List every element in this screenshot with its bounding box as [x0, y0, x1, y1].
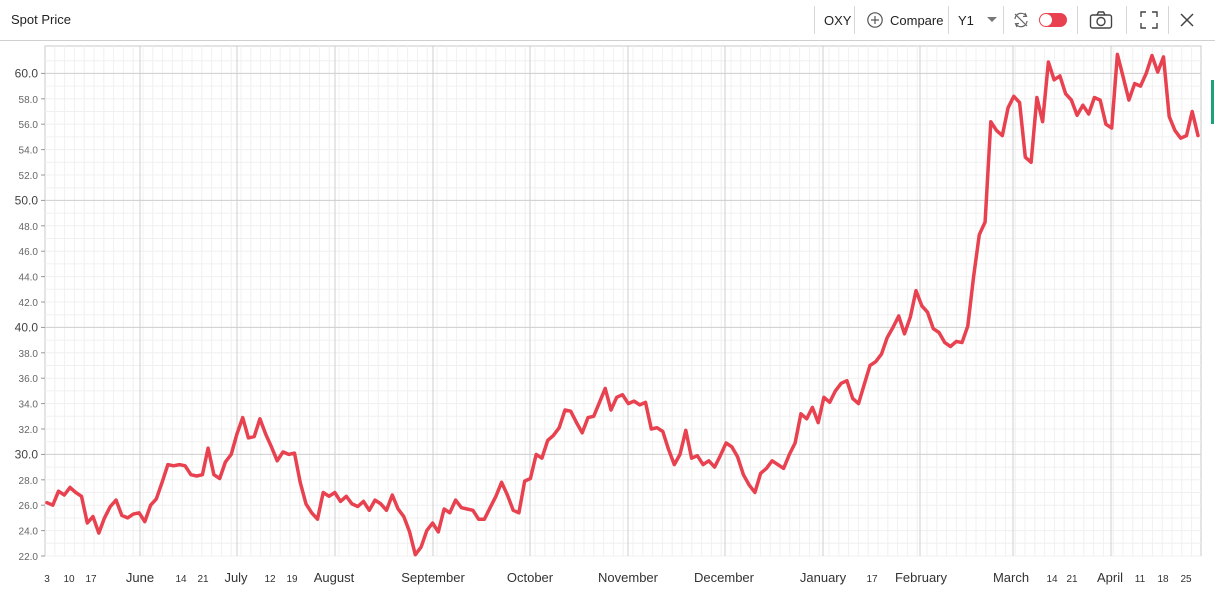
x-tick-label: August [314, 570, 355, 585]
x-tick-label: 11 [1135, 574, 1146, 585]
x-tick-label: 10 [63, 574, 75, 585]
y-tick-label: 40.0 [15, 320, 39, 334]
y-tick-label: 42.0 [19, 298, 39, 309]
x-tick-label: 14 [1046, 574, 1058, 585]
y-tick-label: 56.0 [19, 120, 39, 131]
x-tick-label: September [401, 570, 465, 585]
y-tick-label: 24.0 [19, 527, 39, 538]
x-tick-label: April [1097, 570, 1123, 585]
y-tick-label: 48.0 [19, 222, 39, 233]
x-tick-label: March [993, 570, 1029, 585]
x-tick-label: December [694, 570, 755, 585]
y-tick-label: 32.0 [19, 425, 39, 436]
x-tick-label: 14 [175, 574, 187, 585]
y-tick-label: 44.0 [19, 273, 39, 284]
y-tick-label: 60.0 [15, 66, 39, 80]
y-tick-label: 26.0 [19, 501, 39, 512]
x-tick-label: 17 [866, 574, 878, 585]
x-tick-label: 19 [286, 574, 298, 585]
y-tick-label: 30.0 [15, 447, 39, 461]
x-tick-label: November [598, 570, 659, 585]
x-tick-label: 3 [44, 574, 50, 585]
y-tick-label: 36.0 [19, 374, 39, 385]
x-tick-label: February [895, 570, 948, 585]
x-tick-label: October [507, 570, 554, 585]
x-tick-label: 17 [85, 574, 97, 585]
x-tick-label: January [800, 570, 847, 585]
x-tick-label: June [126, 570, 154, 585]
y-tick-label: 54.0 [19, 146, 39, 157]
spot-price-chart: 22.0 24.0 26.0 28.0 30.0 32.0 34.0 36.0 38.0 40.0… [15, 45, 1202, 585]
y-tick-label: 52.0 [19, 171, 39, 182]
y-tick-label: 38.0 [19, 349, 39, 360]
spot-price-panel: Spot Price OXY Compare Y1 22.0 24.0 26.0… [0, 0, 1215, 596]
y-tick-label: 28.0 [19, 476, 39, 487]
x-tick-label: 12 [264, 574, 276, 585]
y-tick-label: 34.0 [19, 400, 39, 411]
side-accent-bar [1211, 80, 1214, 124]
x-tick-label: 18 [1157, 574, 1169, 585]
x-tick-label: 25 [1180, 574, 1192, 585]
x-tick-label: 21 [1066, 574, 1078, 585]
x-tick-label: 21 [197, 574, 209, 585]
y-tick-label: 46.0 [19, 247, 39, 258]
y-tick-label: 22.0 [19, 552, 39, 563]
y-tick-label: 50.0 [15, 193, 39, 207]
x-tick-label: July [224, 570, 248, 585]
y-tick-label: 58.0 [19, 95, 39, 106]
